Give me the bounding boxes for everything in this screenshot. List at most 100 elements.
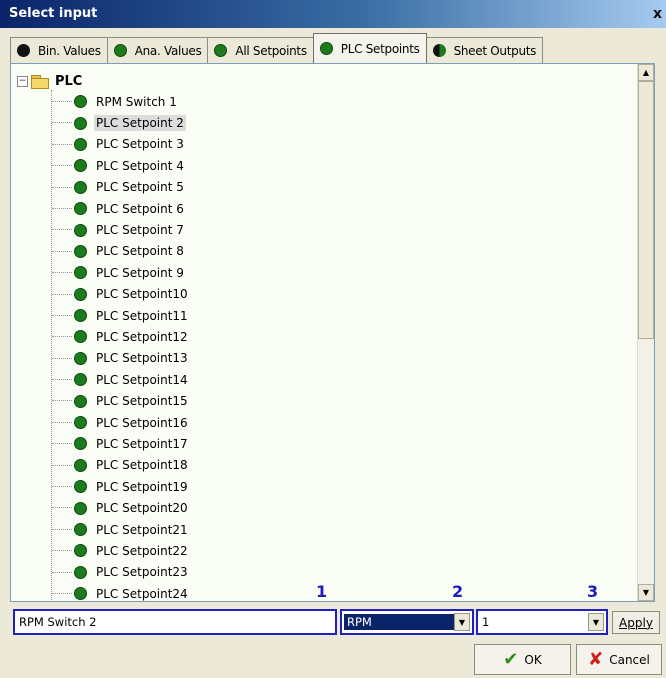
- tree-item[interactable]: PLC Setpoint23: [11, 562, 638, 583]
- tree-root-plc[interactable]: − PLC: [17, 72, 82, 90]
- tree-connector: [52, 143, 72, 145]
- chevron-down-icon[interactable]: ▼: [454, 613, 470, 631]
- tree-item-label: PLC Setpoint 9: [96, 265, 184, 280]
- tree-item-label: PLC Setpoint15: [96, 394, 188, 409]
- tree-item[interactable]: PLC Setpoint 3: [11, 134, 638, 155]
- tree-item[interactable]: PLC Setpoint12: [11, 326, 638, 347]
- tree-item[interactable]: PLC Setpoint22: [11, 540, 638, 561]
- tree-connector: [52, 293, 72, 295]
- tree-item-label: PLC Setpoint22: [96, 543, 188, 558]
- ok-button[interactable]: ✔ OK: [474, 644, 571, 675]
- scroll-down-button[interactable]: ▼: [638, 584, 654, 601]
- tree-connector: [52, 122, 72, 124]
- cross-icon: ✘: [588, 649, 604, 670]
- tab-label: Ana. Values: [134, 43, 202, 58]
- tab-ana-values[interactable]: Ana. Values: [106, 37, 209, 63]
- tree-item[interactable]: PLC Setpoint10: [11, 284, 638, 305]
- tree-item-label: PLC Setpoint 8: [96, 244, 184, 259]
- tree-item[interactable]: PLC Setpoint 2: [11, 112, 638, 133]
- tree-connector: [52, 101, 72, 102]
- tab-label: Sheet Outputs: [453, 43, 537, 58]
- marker-1: 1: [316, 582, 328, 601]
- tree-item-label: PLC Setpoint10: [96, 287, 188, 302]
- tree-item-label: PLC Setpoint13: [96, 351, 188, 366]
- name-field[interactable]: RPM Switch 2: [13, 609, 337, 635]
- tree-item-label: PLC Setpoint19: [96, 479, 188, 494]
- cancel-button[interactable]: ✘ Cancel: [576, 644, 662, 675]
- close-icon[interactable]: x: [653, 6, 662, 22]
- tree-item[interactable]: PLC Setpoint21: [11, 519, 638, 540]
- green-dot-icon: [74, 309, 87, 323]
- tree-connector: [52, 229, 72, 231]
- setpoint-tree: − PLC RPM Switch 1 PLC Setpoint 2 PLC Setp…: [11, 64, 638, 601]
- tree-item[interactable]: PLC Setpoint 6: [11, 198, 638, 219]
- tab-sheet-outputs[interactable]: Sheet Outputs: [425, 37, 544, 63]
- tree-item[interactable]: PLC Setpoint16: [11, 412, 638, 433]
- tree-item[interactable]: PLC Setpoint19: [11, 476, 638, 497]
- cancel-button-label: Cancel: [609, 652, 650, 667]
- decimals-select[interactable]: 1 ▼: [476, 609, 608, 635]
- tree-item[interactable]: PLC Setpoint 5: [11, 177, 638, 198]
- green-dot-icon: [74, 416, 87, 430]
- tab-bar: Bin. Values Ana. Values All Setpoints PL…: [10, 33, 661, 63]
- tree-item-label: PLC Setpoint21: [96, 522, 188, 537]
- tree-item[interactable]: PLC Setpoint 8: [11, 241, 638, 262]
- tree-connector: [52, 443, 72, 445]
- tree-connector: [52, 314, 72, 316]
- chevron-down-icon[interactable]: ▼: [588, 613, 604, 631]
- tree-item-label: PLC Setpoint16: [96, 415, 188, 430]
- unit-select[interactable]: RPM ▼: [340, 609, 474, 635]
- setpoint-tree-panel: − PLC RPM Switch 1 PLC Setpoint 2 PLC Setp…: [10, 63, 655, 602]
- green-dot-icon: [74, 458, 87, 472]
- green-dot-icon: [74, 523, 87, 536]
- tree-item[interactable]: PLC Setpoint 4: [11, 155, 638, 176]
- tab-plc-setpoints[interactable]: PLC Setpoints: [312, 33, 427, 63]
- tree-root-label: PLC: [55, 73, 83, 89]
- tree-item-label: PLC Setpoint23: [96, 565, 188, 580]
- vertical-scrollbar[interactable]: ▲ ▼: [637, 64, 654, 601]
- green-dot-icon: [74, 373, 87, 387]
- tree-item[interactable]: PLC Setpoint13: [11, 348, 638, 369]
- tree-item-label: RPM Switch 1: [96, 94, 177, 109]
- tree-connector: [52, 336, 72, 338]
- green-dot-icon: [74, 437, 87, 451]
- tab-label: PLC Setpoints: [340, 41, 420, 56]
- select-input-dialog: Select input x Bin. Values Ana. Values A…: [0, 0, 666, 678]
- tree-item-label: PLC Setpoint20: [96, 501, 188, 516]
- tab-all-setpoints[interactable]: All Setpoints: [207, 37, 314, 63]
- tree-item[interactable]: PLC Setpoint20: [11, 497, 638, 518]
- green-dot-icon: [214, 44, 228, 57]
- tree-item-label: PLC Setpoint 6: [96, 201, 184, 216]
- window-title: Select input: [9, 6, 98, 21]
- decimals-select-value: 1: [482, 615, 490, 629]
- tab-label: All Setpoints: [235, 43, 307, 58]
- tree-item[interactable]: PLC Setpoint 7: [11, 219, 638, 240]
- tree-connector: [52, 250, 72, 252]
- tree-connector: [52, 357, 72, 359]
- tree-item[interactable]: PLC Setpoint18: [11, 455, 638, 476]
- tree-item-label: PLC Setpoint12: [96, 329, 188, 344]
- tree-connector: [52, 507, 72, 509]
- apply-button[interactable]: Apply: [612, 611, 660, 634]
- tree-item-label: PLC Setpoint17: [96, 436, 188, 451]
- tree-item[interactable]: PLC Setpoint15: [11, 390, 638, 411]
- scroll-thumb[interactable]: [638, 81, 654, 339]
- scroll-up-button[interactable]: ▲: [638, 64, 654, 81]
- green-dot-icon: [74, 137, 87, 151]
- tree-connector: [52, 379, 72, 381]
- green-dot-icon: [74, 394, 87, 408]
- tree-item[interactable]: PLC Setpoint11: [11, 305, 638, 326]
- tree-item[interactable]: PLC Setpoint14: [11, 369, 638, 390]
- tree-connector: [52, 486, 72, 488]
- tree-item-label: PLC Setpoint 4: [96, 158, 184, 173]
- tree-item-label: PLC Setpoint 3: [96, 137, 184, 152]
- collapse-icon[interactable]: −: [17, 75, 28, 87]
- tree-item[interactable]: PLC Setpoint17: [11, 433, 638, 454]
- tree-item[interactable]: PLC Setpoint 9: [11, 262, 638, 283]
- green-dot-icon: [74, 266, 87, 280]
- tree-item[interactable]: RPM Switch 1: [11, 91, 638, 112]
- tab-bin-values[interactable]: Bin. Values: [10, 37, 108, 63]
- tree-connector: [52, 528, 72, 530]
- ok-button-label: OK: [524, 652, 542, 667]
- green-dot-icon: [74, 180, 87, 194]
